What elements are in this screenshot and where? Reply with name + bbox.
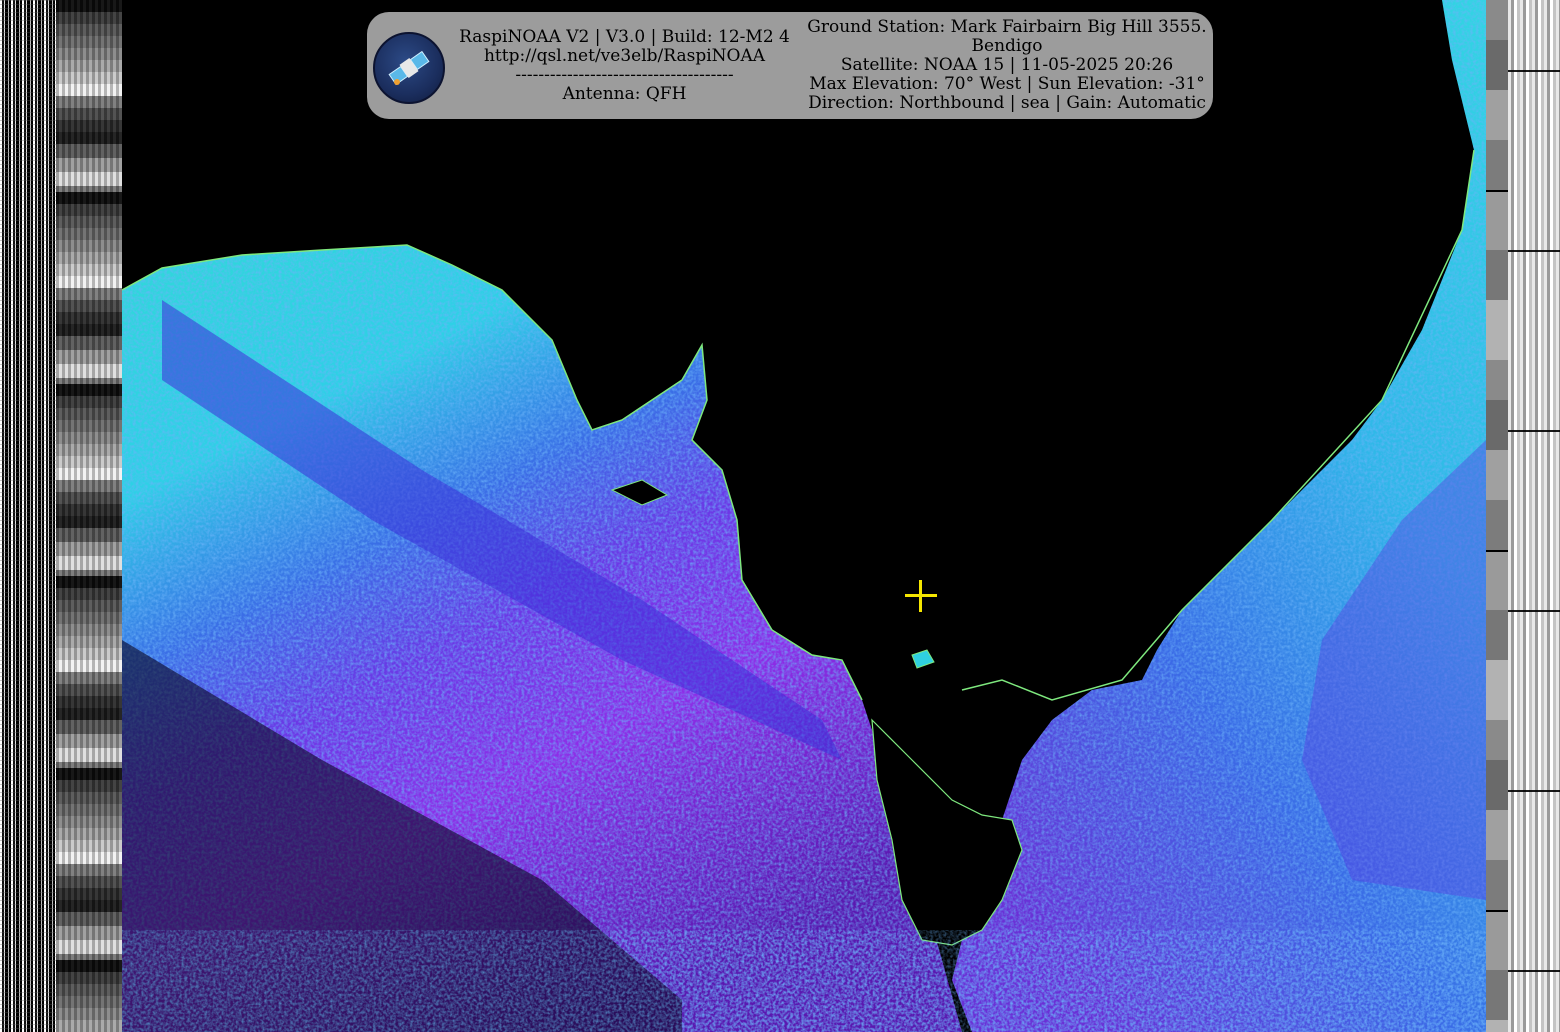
satellite-icon — [373, 32, 445, 104]
station-software-info: RaspiNOAA V2 | V3.0 | Build: 12-M2 4 htt… — [457, 28, 792, 104]
right-telemetry-wedges — [1486, 0, 1508, 1032]
separator-line: -------------------------------------- — [515, 65, 734, 85]
pass-info-overlay: RaspiNOAA V2 | V3.0 | Build: 12-M2 4 htt… — [367, 12, 1213, 119]
station-crosshair — [905, 580, 937, 612]
satellite-info: Satellite: NOAA 15 | 11-05-2025 20:26 — [840, 55, 1174, 75]
left-telemetry-wedges — [56, 0, 122, 1032]
pass-details: Ground Station: Mark Fairbairn Big Hill … — [807, 18, 1207, 113]
direction-info: Direction: Northbound | sea | Gain: Auto… — [808, 93, 1206, 113]
antenna-info: Antenna: QFH — [562, 84, 687, 104]
right-sync-strip — [1508, 0, 1560, 1032]
ground-station-line1: Ground Station: Mark Fairbairn Big Hill … — [807, 17, 1207, 37]
software-header: RaspiNOAA V2 | V3.0 | Build: 12-M2 4 — [459, 27, 790, 47]
ground-station-line2: Bendigo — [971, 36, 1043, 56]
left-sync-strip — [0, 0, 56, 1032]
elevation-info: Max Elevation: 70° West | Sun Elevation:… — [809, 74, 1205, 94]
project-url: http://qsl.net/ve3elb/RaspiNOAA — [483, 46, 765, 66]
satellite-image — [122, 0, 1486, 1032]
sea-temperature-map — [122, 0, 1486, 1032]
